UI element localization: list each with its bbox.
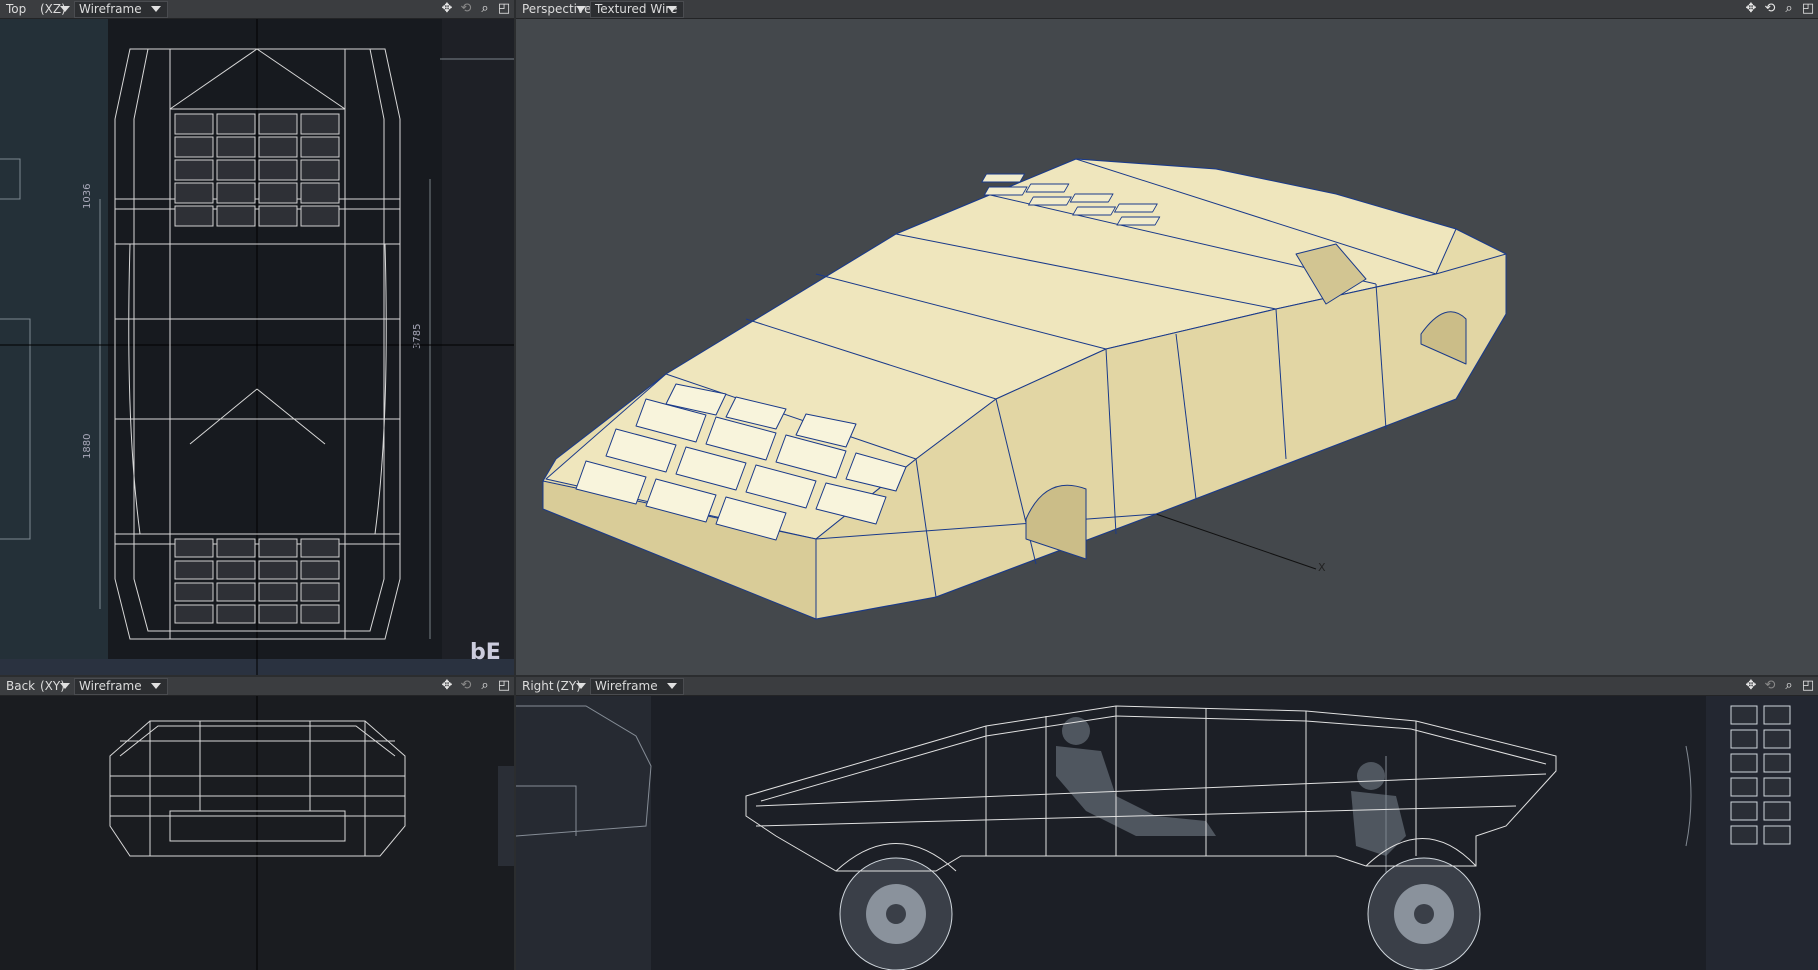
top-viewport-header: Top (XZ) Wireframe ✥ ⟲ ⌕ ◰: [0, 0, 514, 19]
front-wheel: [839, 857, 953, 970]
move-view-icon[interactable]: ✥: [1743, 678, 1759, 694]
chevron-down-icon: [667, 683, 677, 689]
rotate-view-icon[interactable]: ⟲: [458, 1, 474, 17]
view-dropdown-arrow-icon[interactable]: [576, 6, 586, 12]
render-mode-dropdown[interactable]: Wireframe: [74, 678, 168, 695]
perspective-viewport[interactable]: Perspective Textured Wire ✥ ⟲ ⌕ ◰ X: [516, 0, 1818, 675]
blueprint-logo: bE: [470, 640, 501, 665]
back-viewport-header: Back (XY) Wireframe ✥ ⟲ ⌕ ◰: [0, 677, 514, 696]
chevron-down-icon: [667, 6, 677, 12]
dimension-label: 1036: [82, 184, 93, 209]
render-mode-dropdown[interactable]: Wireframe: [74, 1, 168, 18]
move-view-icon[interactable]: ✥: [439, 678, 455, 694]
maximize-icon[interactable]: ◰: [496, 678, 512, 694]
rotate-view-icon[interactable]: ⟲: [1762, 1, 1778, 17]
right-viewport[interactable]: Right (ZY) Wireframe ✥ ⟲ ⌕ ◰: [516, 677, 1818, 970]
perspective-viewport-header: Perspective Textured Wire ✥ ⟲ ⌕ ◰: [516, 0, 1818, 19]
axis-x-label: X: [1318, 561, 1326, 574]
move-view-icon[interactable]: ✥: [439, 1, 455, 17]
top-viewport[interactable]: Top (XZ) Wireframe ✥ ⟲ ⌕ ◰ 3785 1880 103…: [0, 0, 514, 675]
render-mode-label: Wireframe: [79, 2, 142, 16]
top-canvas[interactable]: 3785 1880 1036 bE: [0, 19, 514, 675]
dimension-label: 1880: [82, 434, 93, 459]
render-mode-dropdown[interactable]: Textured Wire: [590, 1, 684, 18]
perspective-canvas[interactable]: X: [516, 19, 1818, 675]
render-mode-label: Wireframe: [79, 679, 142, 693]
move-view-icon[interactable]: ✥: [1743, 1, 1759, 17]
view-dropdown-arrow-icon[interactable]: [576, 683, 586, 689]
render-mode-label: Wireframe: [595, 679, 658, 693]
maximize-icon[interactable]: ◰: [496, 1, 512, 17]
right-viewport-header: Right (ZY) Wireframe ✥ ⟲ ⌕ ◰: [516, 677, 1818, 696]
maximize-icon[interactable]: ◰: [1800, 678, 1816, 694]
zoom-icon[interactable]: ⌕: [477, 1, 493, 17]
view-type-label[interactable]: Top: [6, 2, 26, 16]
zoom-icon[interactable]: ⌕: [1781, 678, 1797, 694]
view-dropdown-arrow-icon[interactable]: [60, 683, 70, 689]
back-viewport[interactable]: Back (XY) Wireframe ✥ ⟲ ⌕ ◰: [0, 677, 514, 970]
chevron-down-icon: [151, 6, 161, 12]
rear-wheel: [1367, 857, 1481, 970]
render-mode-dropdown[interactable]: Wireframe: [590, 678, 684, 695]
zoom-icon[interactable]: ⌕: [1781, 1, 1797, 17]
maximize-icon[interactable]: ◰: [1800, 1, 1816, 17]
view-type-label[interactable]: Right: [522, 679, 554, 693]
view-type-label[interactable]: Back: [6, 679, 35, 693]
zoom-icon[interactable]: ⌕: [477, 678, 493, 694]
view-dropdown-arrow-icon[interactable]: [60, 6, 70, 12]
right-canvas[interactable]: [516, 696, 1818, 970]
rotate-view-icon[interactable]: ⟲: [458, 678, 474, 694]
render-mode-label: Textured Wire: [595, 2, 678, 16]
rotate-view-icon[interactable]: ⟲: [1762, 678, 1778, 694]
back-canvas[interactable]: [0, 696, 514, 970]
chevron-down-icon: [151, 683, 161, 689]
